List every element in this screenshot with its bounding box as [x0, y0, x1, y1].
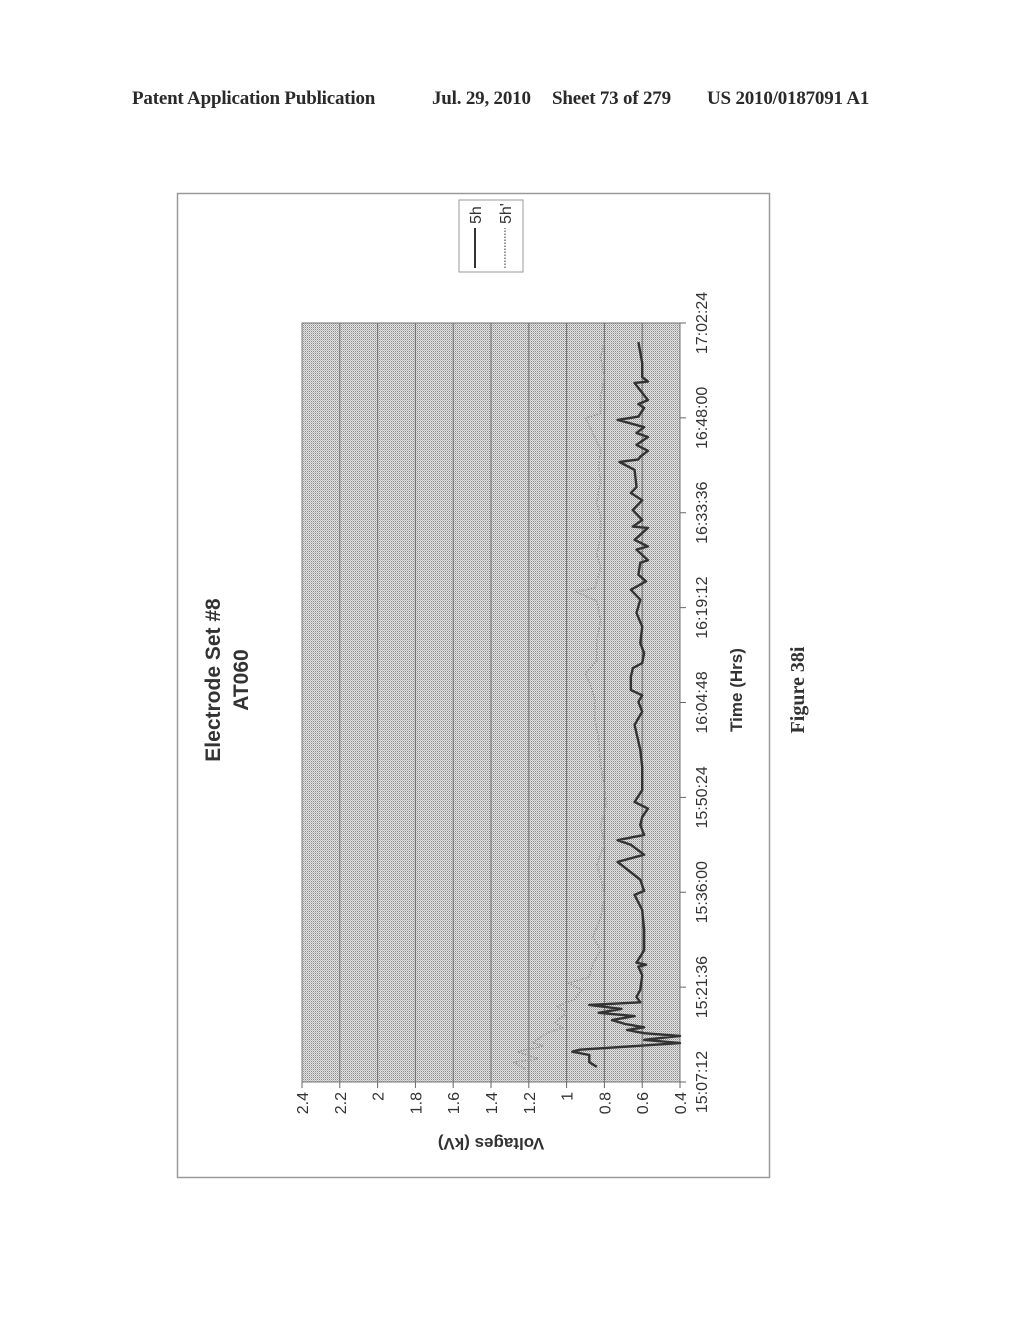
- y-tick-label: 1.6: [446, 1092, 463, 1114]
- x-tick-label: 17:02:24: [694, 292, 711, 354]
- x-tick-label: 15:07:12: [694, 1051, 711, 1113]
- chart-title-line-1: Electrode Set #8: [202, 598, 225, 762]
- chart: Electrode Set #8 AT060 2.4 2.2 2 1.8 1.6 1.4 1…: [176, 192, 809, 1179]
- x-tick-label: 15:50:24: [694, 766, 711, 828]
- header-sheet: Sheet 73 of 279: [552, 88, 671, 109]
- y-tick-label: 0.8: [597, 1092, 614, 1114]
- y-axis-title: Voltages (kV): [438, 1134, 544, 1153]
- y-tick-label: 1.4: [484, 1092, 501, 1114]
- header-patent-number: US 2010/0187091 A1: [707, 88, 870, 109]
- legend-label-5h-prime: 5h': [498, 203, 515, 224]
- y-tick-label: 2.4: [295, 1092, 312, 1114]
- x-tick-label: 16:19:12: [694, 576, 711, 638]
- header-date: Jul. 29, 2010: [432, 88, 531, 109]
- y-tick-label: 1.8: [408, 1092, 425, 1114]
- legend-label-5h: 5h: [468, 206, 485, 224]
- chart-title-line-2: AT060: [230, 649, 253, 710]
- x-axis-title: Time (Hrs): [727, 648, 746, 732]
- y-tick-label: 2: [371, 1092, 388, 1101]
- x-tick-label: 15:36:00: [694, 861, 711, 923]
- y-tick-label: 0.4: [673, 1092, 690, 1114]
- legend: 5h 5h': [458, 199, 524, 273]
- header-publication: Patent Application Publication: [132, 88, 376, 109]
- rotated-figure: Electrode Set #8 AT060 2.4 2.2 2 1.8 1.6 1.4 1…: [176, 192, 837, 1179]
- figure-caption: Figure 38i: [787, 646, 809, 733]
- y-tick-label: 1: [560, 1092, 577, 1101]
- x-tick-label: 16:33:36: [694, 482, 711, 544]
- y-tick-label: 2.2: [333, 1092, 350, 1114]
- y-tick-label: 1.2: [522, 1092, 539, 1114]
- x-tick-label: 16:48:00: [694, 387, 711, 449]
- x-tick-label: 15:21:36: [694, 956, 711, 1018]
- y-tick-label: 0.6: [635, 1092, 652, 1114]
- x-tick-label: 16:04:48: [694, 671, 711, 733]
